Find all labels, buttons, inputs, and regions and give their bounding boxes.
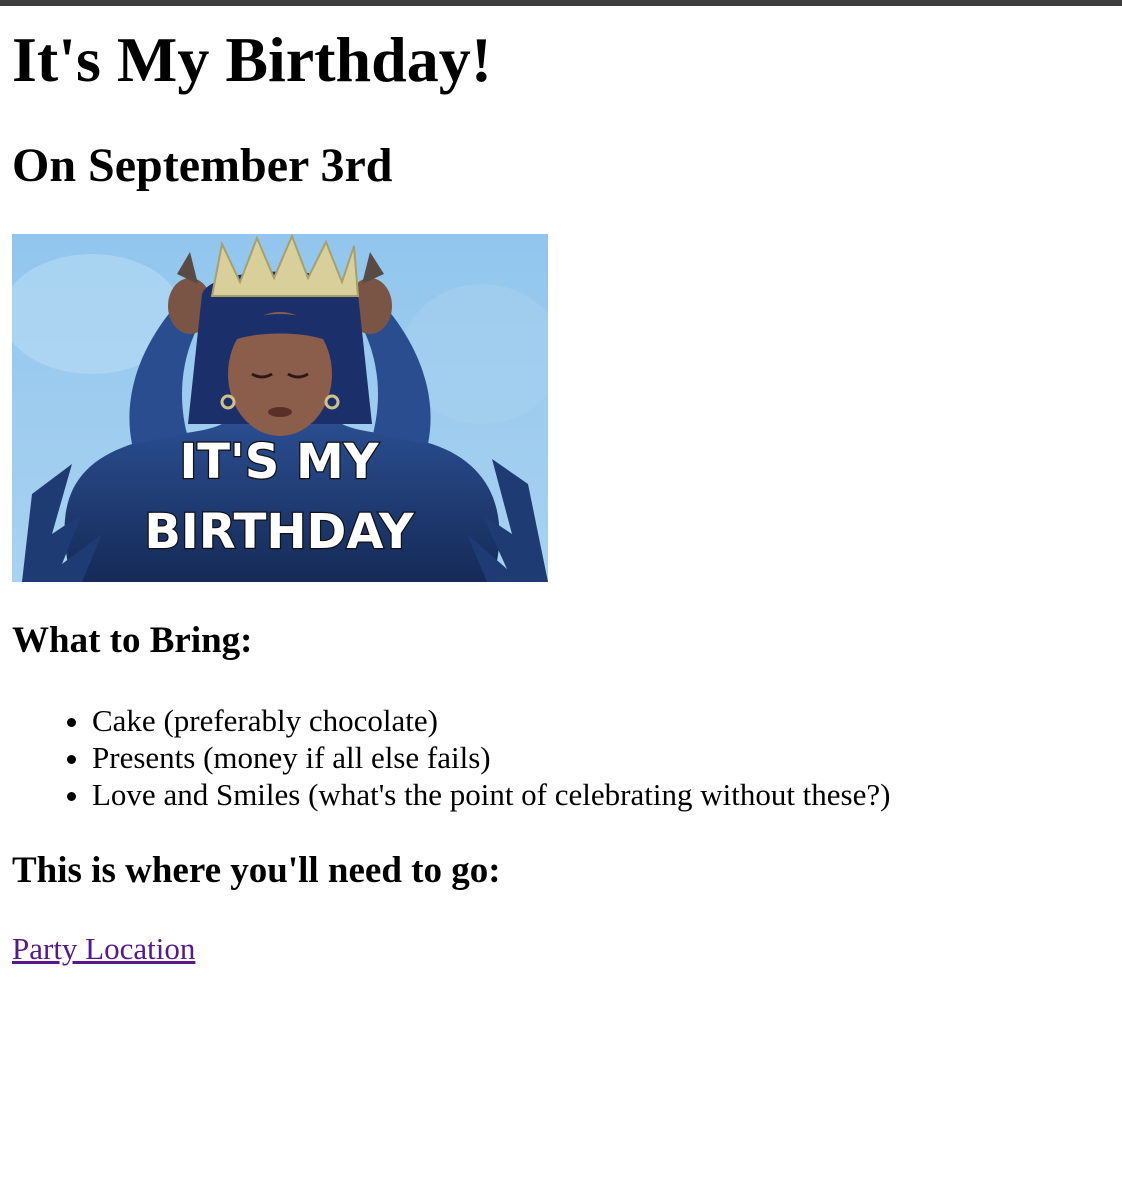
what-to-bring-list: Cake (preferably chocolate) Presents (mo… (12, 702, 890, 813)
page-subtitle: On September 3rd (12, 139, 393, 192)
what-to-bring-heading: What to Bring: (12, 620, 253, 661)
list-item: Love and Smiles (what's the point of cel… (92, 776, 890, 813)
list-item: Cake (preferably chocolate) (92, 702, 890, 739)
page-title: It's My Birthday! (12, 24, 492, 95)
browser-top-bar (0, 0, 1122, 6)
location-heading: This is where you'll need to go: (12, 850, 501, 891)
birthday-gif-image: IT'S MY BIRTHDAY (12, 234, 548, 582)
gif-caption-line1: IT'S MY (179, 434, 379, 490)
list-item: Presents (money if all else fails) (92, 739, 890, 776)
party-location-link[interactable]: Party Location (12, 930, 195, 967)
gif-caption-line2: BIRTHDAY (144, 504, 415, 560)
